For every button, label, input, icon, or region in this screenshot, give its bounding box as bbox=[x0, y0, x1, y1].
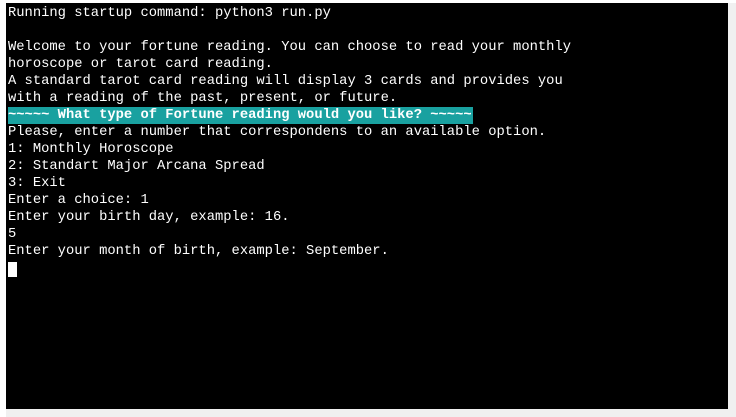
choice-prompt-line: Enter a choice: 1 bbox=[8, 193, 149, 208]
prompt-instruction-line: Please, enter a number that corresponden… bbox=[8, 125, 547, 140]
birth-day-prompt-line: Enter your birth day, example: 16. bbox=[8, 210, 290, 225]
option-major-arcana-spread: 2: Standart Major Arcana Spread bbox=[8, 159, 265, 174]
welcome-line-1: Welcome to your fortune reading. You can… bbox=[8, 40, 572, 55]
birth-month-prompt-line: Enter your month of birth, example: Sept… bbox=[8, 244, 389, 259]
terminal-output: Running startup command: python3 run.py … bbox=[8, 5, 571, 277]
bottom-gutter bbox=[6, 409, 736, 417]
menu-header-highlight: ~~~~~ What type of Fortune reading would… bbox=[8, 107, 473, 124]
option-exit: 3: Exit bbox=[8, 176, 66, 191]
menu-header-line: ~~~~~ What type of Fortune reading would… bbox=[8, 107, 571, 124]
text-cursor[interactable] bbox=[8, 262, 17, 277]
birth-day-input-line: 5 bbox=[8, 227, 17, 242]
input-line[interactable] bbox=[8, 260, 571, 277]
right-gutter bbox=[728, 3, 736, 409]
startup-command-line: Running startup command: python3 run.py bbox=[8, 6, 331, 21]
option-monthly-horoscope: 1: Monthly Horoscope bbox=[8, 142, 174, 157]
welcome-line-4: with a reading of the past, present, or … bbox=[8, 91, 398, 106]
welcome-line-2: horoscope or tarot card reading. bbox=[8, 57, 273, 72]
terminal-window[interactable]: Running startup command: python3 run.py … bbox=[6, 3, 728, 409]
welcome-line-3: A standard tarot card reading will displ… bbox=[8, 74, 563, 89]
